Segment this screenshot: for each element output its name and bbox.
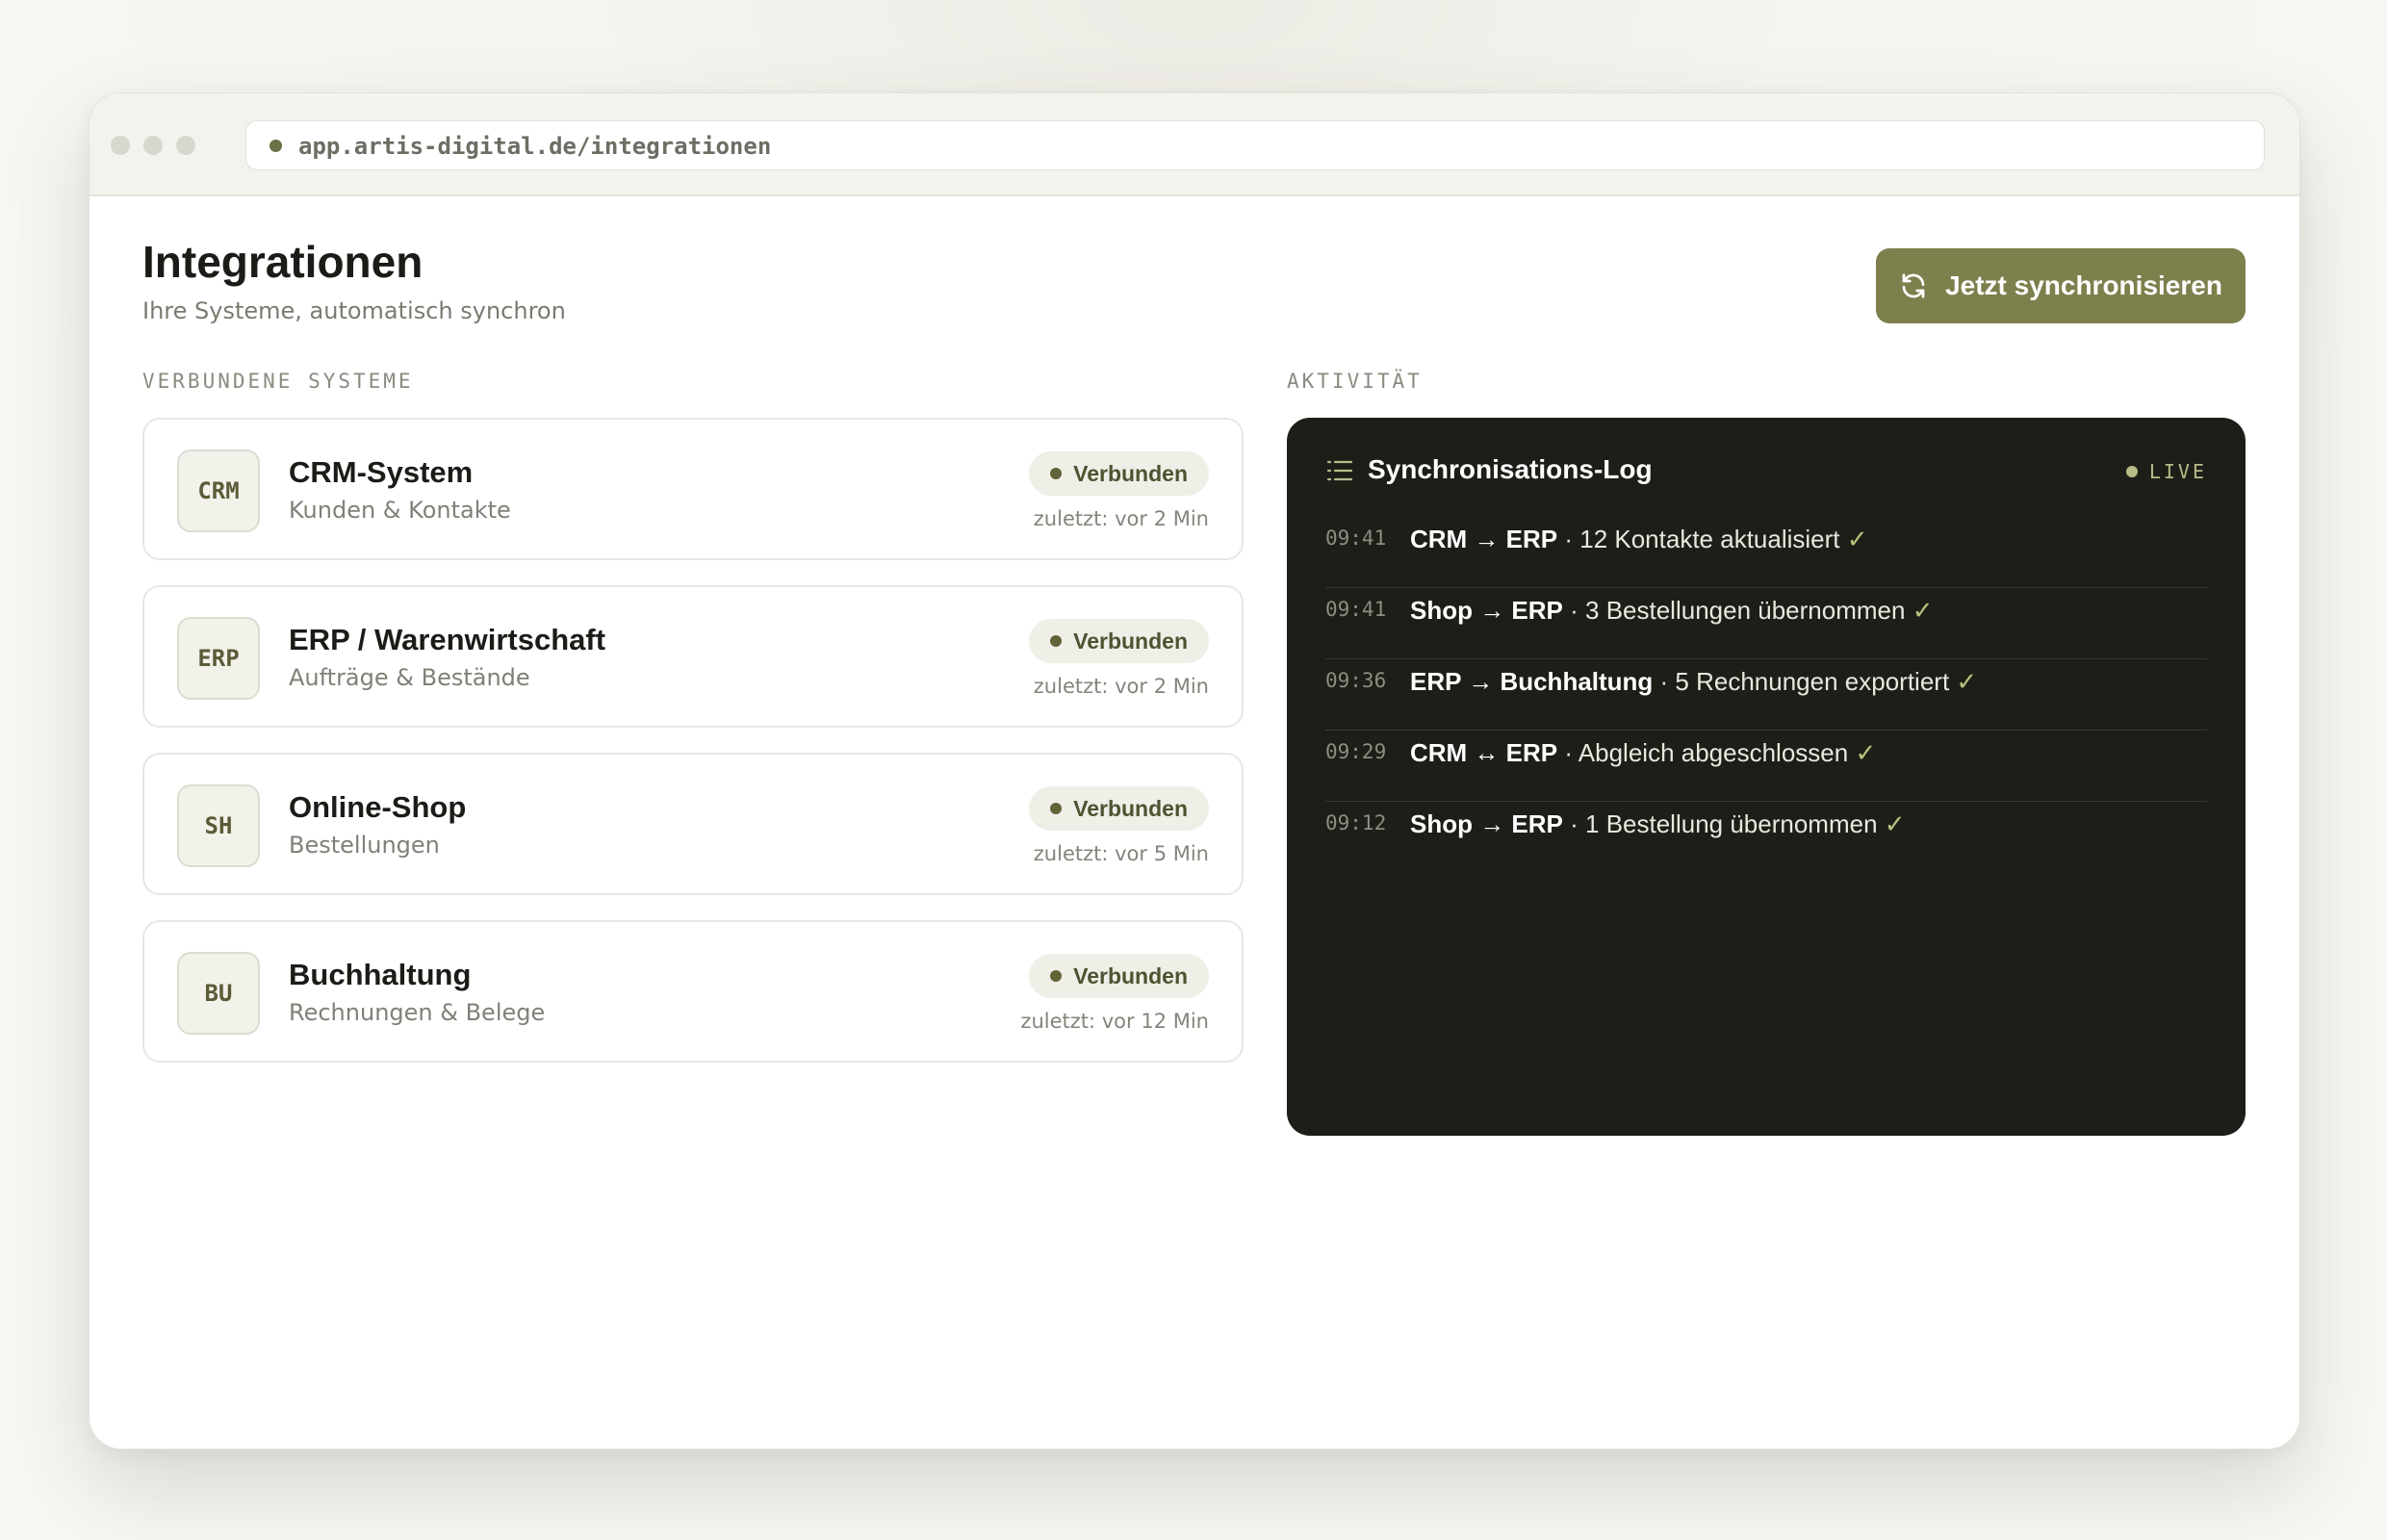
log-time: 09:41: [1325, 598, 1387, 621]
status-badge: Verbunden: [1029, 954, 1209, 998]
address-bar[interactable]: app.artis-digital.de/integrationen: [245, 120, 2265, 170]
log-entry: 09:41 Shop → ERP · 3 Bestellungen überno…: [1325, 587, 2207, 659]
secure-indicator-icon: [270, 140, 282, 152]
window-maximize-dot[interactable]: [176, 136, 195, 155]
system-subtitle: Bestellungen: [289, 832, 440, 859]
system-subtitle: Rechnungen & Belege: [289, 999, 546, 1026]
log-entry: 09:12 Shop → ERP · 1 Bestellung übernomm…: [1325, 801, 2207, 872]
log-time: 09:12: [1325, 811, 1387, 834]
system-title: ERP / Warenwirtschaft: [289, 623, 606, 656]
last-sync-time: zuletzt: vor 12 Min: [1020, 1010, 1209, 1033]
status-badge: Verbunden: [1029, 786, 1209, 831]
log-message: 3 Bestellungen übernommen: [1585, 596, 1906, 625]
status-badge: Verbunden: [1029, 451, 1209, 496]
last-sync-time: zuletzt: vor 5 Min: [1033, 842, 1209, 865]
system-subtitle: Aufträge & Bestände: [289, 664, 530, 691]
status-dot-icon: [1050, 635, 1063, 647]
status-label: Verbunden: [1073, 795, 1188, 821]
browser-window: app.artis-digital.de/integrationen Integ…: [89, 92, 2300, 1450]
system-card-erp[interactable]: ERP ERP / Warenwirtschaft Aufträge & Bes…: [142, 585, 1244, 728]
check-icon: ✓: [1905, 596, 1934, 625]
live-label: LIVE: [2148, 460, 2207, 483]
system-badge: ERP: [177, 617, 260, 700]
sync-button-label: Jetzt synchronisieren: [1945, 270, 2222, 300]
system-badge: SH: [177, 784, 260, 867]
page-title: Integrationen: [142, 237, 424, 287]
sync-now-button[interactable]: Jetzt synchronisieren: [1876, 248, 2246, 323]
log-text: ERP → Buchhaltung · 5 Rechnungen exporti…: [1410, 667, 1977, 697]
url-text[interactable]: app.artis-digital.de/integrationen: [298, 133, 771, 160]
log-separator: ·: [1562, 596, 1586, 625]
last-sync-time: zuletzt: vor 2 Min: [1033, 675, 1209, 698]
status-dot-icon: [1050, 803, 1063, 814]
system-badge: CRM: [177, 449, 260, 532]
last-sync-time: zuletzt: vor 2 Min: [1033, 507, 1209, 530]
log-separator: ·: [1562, 809, 1586, 838]
log-text: Shop → ERP · 1 Bestellung übernommen ✓: [1410, 809, 1906, 839]
log-message: 12 Kontakte aktualisiert: [1579, 525, 1840, 553]
connected-systems-label: VERBUNDENE SYSTEME: [142, 370, 414, 393]
status-label: Verbunden: [1073, 628, 1188, 654]
status-label: Verbunden: [1073, 460, 1188, 486]
status-label: Verbunden: [1073, 962, 1188, 988]
check-icon: ✓: [1839, 525, 1868, 553]
system-title: Buchhaltung: [289, 958, 472, 991]
refresh-icon: [1902, 273, 1925, 298]
log-entry: 09:41 CRM → ERP · 12 Kontakte aktualisie…: [1325, 516, 2207, 588]
log-time: 09:36: [1325, 669, 1387, 692]
list-icon: [1326, 460, 1353, 481]
log-time: 09:29: [1325, 740, 1387, 763]
window-minimize-dot[interactable]: [143, 136, 163, 155]
sync-log-title: Synchronisations-Log: [1368, 454, 1653, 484]
check-icon: ✓: [1848, 738, 1877, 767]
window-close-dot[interactable]: [111, 136, 130, 155]
system-title: CRM-System: [289, 455, 474, 489]
log-route: CRM → ERP: [1410, 525, 1558, 553]
log-entry: 09:29 CRM ↔ ERP · Abgleich abgeschlossen…: [1325, 730, 2207, 802]
log-text: Shop → ERP · 3 Bestellungen übernommen ✓: [1410, 596, 1933, 626]
live-dot-icon: [2125, 466, 2138, 477]
system-title: Online-Shop: [289, 790, 467, 824]
check-icon: ✓: [1877, 809, 1906, 838]
log-entry: 09:36 ERP → Buchhaltung · 5 Rechnungen e…: [1325, 658, 2207, 731]
status-dot-icon: [1050, 468, 1063, 479]
log-message: 5 Rechnungen exportiert: [1675, 667, 1950, 696]
system-card-crm[interactable]: CRM CRM-System Kunden & Kontakte Verbund…: [142, 418, 1244, 560]
system-subtitle: Kunden & Kontakte: [289, 497, 511, 524]
live-indicator: LIVE: [2125, 460, 2207, 483]
browser-titlebar: app.artis-digital.de/integrationen: [90, 93, 2299, 196]
log-route: Shop → ERP: [1410, 596, 1563, 625]
status-dot-icon: [1050, 970, 1063, 982]
activity-label: AKTIVITÄT: [1287, 370, 1423, 393]
log-route: ERP → Buchhaltung: [1410, 667, 1654, 696]
log-text: CRM → ERP · 12 Kontakte aktualisiert ✓: [1410, 525, 1868, 554]
sync-log-header: Synchronisations-Log LIVE: [1325, 452, 2207, 495]
log-route: Shop → ERP: [1410, 809, 1563, 838]
sync-log-panel: Synchronisations-Log LIVE 09:41 CRM → ER…: [1287, 418, 2246, 1136]
system-badge: BU: [177, 952, 260, 1035]
page-subtitle: Ihre Systeme, automatisch synchron: [142, 297, 566, 324]
log-time: 09:41: [1325, 526, 1387, 550]
log-message: Abgleich abgeschlossen: [1578, 738, 1849, 767]
log-separator: ·: [1557, 738, 1578, 767]
check-icon: ✓: [1949, 667, 1978, 696]
log-separator: ·: [1557, 525, 1580, 553]
status-badge: Verbunden: [1029, 619, 1209, 663]
log-separator: ·: [1653, 667, 1676, 696]
log-message: 1 Bestellung übernommen: [1585, 809, 1878, 838]
log-route: CRM ↔ ERP: [1410, 738, 1558, 767]
system-card-shop[interactable]: SH Online-Shop Bestellungen Verbunden zu…: [142, 753, 1244, 895]
log-text: CRM ↔ ERP · Abgleich abgeschlossen ✓: [1410, 738, 1876, 768]
system-card-accounting[interactable]: BU Buchhaltung Rechnungen & Belege Verbu…: [142, 920, 1244, 1063]
